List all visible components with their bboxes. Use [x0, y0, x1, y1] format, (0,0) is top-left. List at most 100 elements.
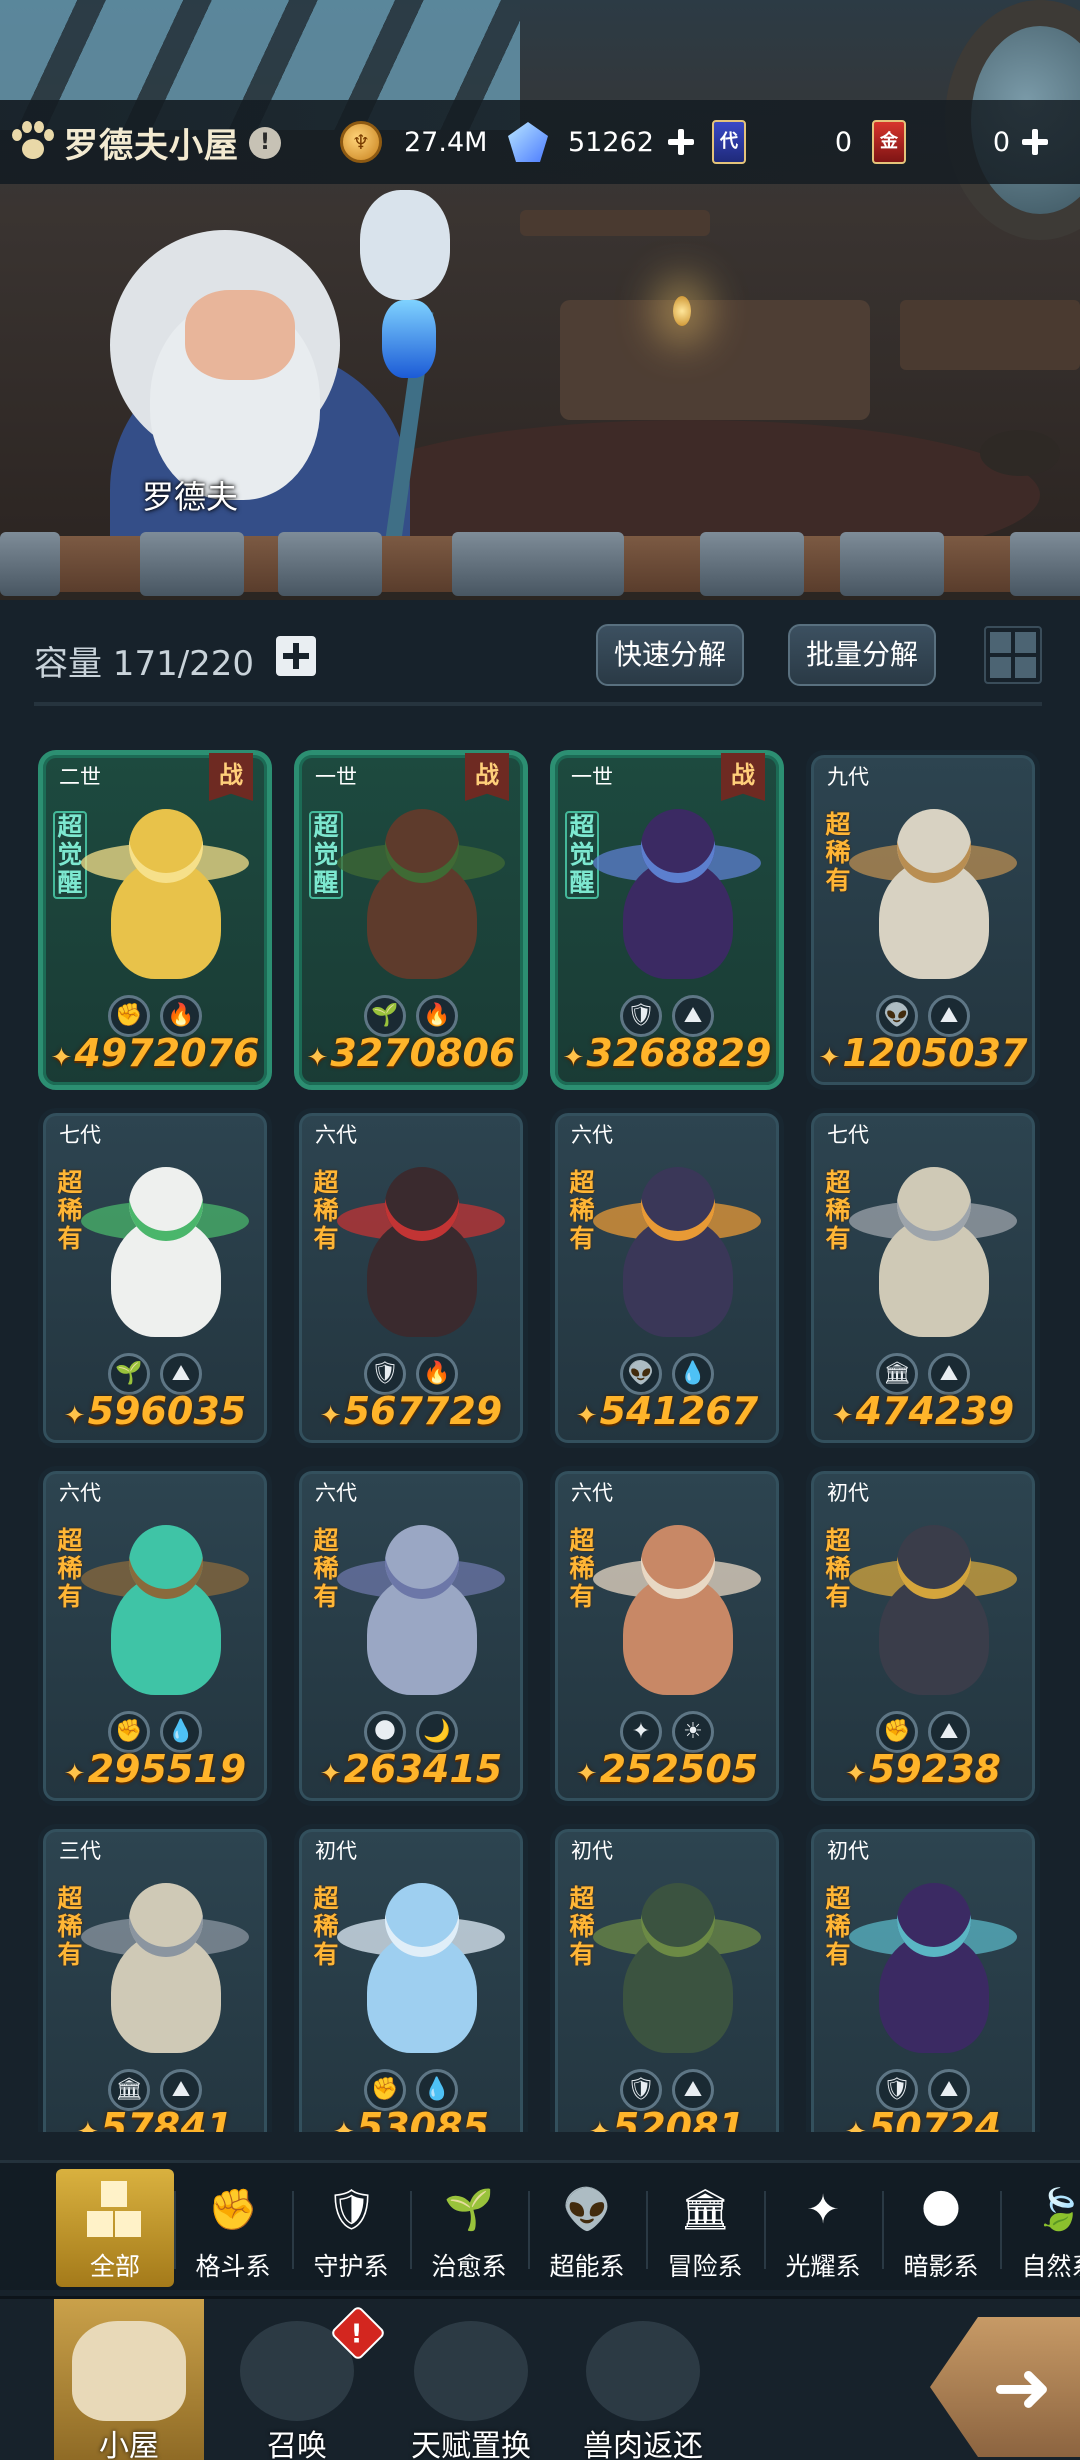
pet-grid: 二世 战 超觉醒 ✊ 🔥 4972076 一世 战 超觉醒 🌱 🔥 327080… — [38, 750, 1044, 2132]
nav-label: 小屋 — [99, 2429, 159, 2460]
pet-generation: 初代 — [827, 1481, 869, 1505]
star-burst-icon: ✦ — [806, 2187, 840, 2233]
pet-portrait — [81, 1515, 249, 1705]
pet-card[interactable]: 初代 超稀有 🛡 ⛰ 50724 — [806, 1824, 1040, 2132]
sprout-icon: 🌱 — [444, 2187, 494, 2233]
category-tab[interactable]: 👽 超能系 — [528, 2169, 646, 2287]
pet-card[interactable]: 二世 战 超觉醒 ✊ 🔥 4972076 — [38, 750, 272, 1090]
leaf-icon: 🍃 — [1034, 2187, 1080, 2233]
category-label: 暗影系 — [903, 2252, 979, 2281]
pet-portrait — [337, 1873, 505, 2063]
pet-generation: 六代 — [59, 1481, 101, 1505]
wooden-beam — [0, 532, 1080, 600]
pet-card[interactable]: 六代 超稀有 ✦ ☀ 252505 — [550, 1466, 784, 1806]
quick-decompose-button[interactable]: 快速分解 — [596, 624, 744, 686]
capacity-row: 容量 171/220 快速分解 批量分解 — [0, 600, 1080, 710]
pet-card[interactable]: 六代 超稀有 ✊ 💧 295519 — [38, 1466, 272, 1806]
house-icon — [72, 2321, 186, 2421]
pet-generation: 六代 — [571, 1481, 613, 1505]
batch-decompose-button[interactable]: 批量分解 — [788, 624, 936, 686]
pet-card[interactable]: 三代 超稀有 🏛 ⛰ 57841 — [38, 1824, 272, 2132]
pet-power: 263415 — [299, 1747, 523, 1791]
shield-icon: 🛡 — [326, 2187, 377, 2233]
tab-separator — [1000, 2191, 1002, 2269]
pet-portrait — [593, 1873, 761, 2063]
resource-bar: 罗德夫小屋 ! ♆ 27.4M 51262 代 0 金 0 — [0, 100, 1080, 184]
category-label: 守护系 — [313, 2252, 389, 2281]
nav-item[interactable]: 天赋置换 — [396, 2299, 546, 2460]
pet-generation: 七代 — [827, 1123, 869, 1147]
pet-portrait — [849, 1515, 1017, 1705]
tab-separator — [528, 2191, 530, 2269]
pet-power: 474239 — [811, 1389, 1035, 1433]
pet-power: 295519 — [43, 1747, 267, 1791]
category-tabs: 全部 ✊ 格斗系 🛡 守护系 🌱 治愈系 👽 超能系 🏛 冒险系 ✦ 光耀系 🌑 暗影系 🍃 自… — [0, 2160, 1080, 2290]
pet-portrait — [849, 1157, 1017, 1347]
pet-card[interactable]: 九代 超稀有 👽 ⛰ 1205037 — [806, 750, 1040, 1090]
fist-icon: ✊ — [208, 2187, 258, 2233]
category-tab[interactable]: 🛡 守护系 — [292, 2169, 410, 2287]
pet-card[interactable]: 初代 超稀有 ✊ 💧 53085 — [294, 1824, 528, 2132]
go-button[interactable]: ➜ — [930, 2317, 1080, 2457]
scene-desk — [560, 300, 870, 420]
scene-stool — [980, 430, 1060, 476]
pet-generation: 初代 — [571, 1839, 613, 1863]
tab-separator — [292, 2191, 294, 2269]
pet-card[interactable]: 一世 战 超觉醒 🌱 🔥 3270806 — [294, 750, 528, 1090]
nav-item[interactable]: 小屋 — [54, 2299, 204, 2460]
category-label: 光耀系 — [785, 2252, 861, 2281]
pet-card[interactable]: 一世 战 超觉醒 🛡 ⛰ 3268829 — [550, 750, 784, 1090]
house-title-group: 罗德夫小屋 ! — [10, 118, 281, 167]
pet-card[interactable]: 初代 超稀有 ✊ ⛰ 59238 — [806, 1466, 1040, 1806]
pet-portrait — [81, 1873, 249, 2063]
exclamation-icon[interactable]: ! — [249, 126, 281, 159]
category-label: 治愈系 — [431, 2252, 507, 2281]
candle-icon — [673, 296, 691, 326]
share-arrow-icon: ➜ — [991, 2345, 1053, 2429]
pet-power: 596035 — [43, 1389, 267, 1433]
pet-card[interactable]: 七代 超稀有 🏛 ⛰ 474239 — [806, 1108, 1040, 1448]
pet-card[interactable]: 初代 超稀有 🛡 ⛰ 52081 — [550, 1824, 784, 2132]
blue-ticket-resource: 代 0 — [712, 120, 852, 164]
pet-power: 541267 — [555, 1389, 779, 1433]
expand-capacity-button[interactable] — [276, 636, 316, 676]
red-ticket-value: 0 — [992, 126, 1010, 158]
pet-card[interactable]: 六代 超稀有 👽 💧 541267 — [550, 1108, 784, 1448]
category-label: 冒险系 — [667, 2252, 743, 2281]
pet-power: 3270806 — [299, 1031, 523, 1075]
category-tab[interactable]: 全部 — [56, 2169, 174, 2287]
category-tab[interactable]: ✦ 光耀系 — [764, 2169, 882, 2287]
tab-separator — [646, 2191, 648, 2269]
house-scene: 罗德夫 — [0, 0, 1080, 600]
nav-item[interactable]: ! 召唤 — [222, 2299, 387, 2460]
add-crystal-button[interactable] — [666, 127, 696, 157]
category-tab[interactable]: ✊ 格斗系 — [174, 2169, 292, 2287]
category-tab[interactable]: 🌑 暗影系 — [882, 2169, 1000, 2287]
pet-generation: 二世 — [59, 765, 101, 789]
add-ticket-button[interactable] — [1020, 127, 1050, 157]
pet-card[interactable]: 六代 超稀有 🛡 🔥 567729 — [294, 1108, 528, 1448]
category-tab[interactable]: 🍃 自然系 — [1000, 2169, 1080, 2287]
pet-generation: 初代 — [827, 1839, 869, 1863]
tab-separator — [174, 2191, 176, 2269]
pet-generation: 初代 — [315, 1839, 357, 1863]
pet-card[interactable]: 七代 超稀有 🌱 ⛰ 596035 — [38, 1108, 272, 1448]
npc-rodolf[interactable] — [90, 170, 470, 600]
pet-power: 1205037 — [811, 1031, 1035, 1075]
pet-card[interactable]: 六代 超稀有 🌑 🌙 263415 — [294, 1466, 528, 1806]
pet-power: 3268829 — [555, 1031, 779, 1075]
tower-icon: 🏛 — [680, 2187, 731, 2233]
npc-face — [185, 290, 295, 380]
pet-generation: 六代 — [315, 1481, 357, 1505]
nav-label: 召唤 — [267, 2429, 327, 2460]
grid-view-toggle[interactable] — [984, 626, 1042, 684]
pet-power: 252505 — [555, 1747, 779, 1791]
scene-cabinet — [900, 300, 1080, 370]
pet-generation: 九代 — [827, 765, 869, 789]
category-tab[interactable]: 🏛 冒险系 — [646, 2169, 764, 2287]
pet-generation: 七代 — [59, 1123, 101, 1147]
capacity-label: 容量 171/220 — [34, 644, 255, 684]
category-tab[interactable]: 🌱 治愈系 — [410, 2169, 528, 2287]
blue-ticket-value: 0 — [834, 126, 852, 158]
nav-item[interactable]: 兽肉返还 — [568, 2299, 718, 2460]
